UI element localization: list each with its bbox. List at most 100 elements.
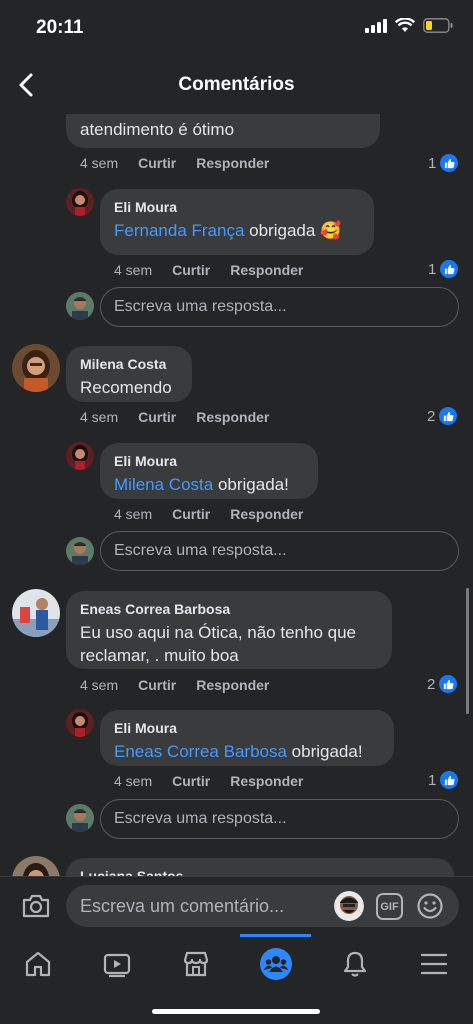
like-count[interactable]: 1 — [428, 260, 459, 278]
reply-placeholder: Escreva uma resposta... — [114, 298, 287, 315]
reply-bubble: Eli Moura Fernanda França obrigada 🥰 — [100, 189, 374, 255]
home-icon — [25, 951, 51, 977]
avatar-sticker-icon[interactable] — [334, 891, 364, 921]
my-avatar — [66, 537, 94, 565]
like-button[interactable]: Curtir — [172, 506, 210, 522]
comment-composer: Escreva um comentário... GIF — [0, 876, 473, 934]
reply-button[interactable]: Responder — [230, 773, 303, 789]
reply-input[interactable]: Escreva uma resposta... — [100, 531, 459, 571]
my-avatar — [66, 292, 94, 320]
reply-input[interactable]: Escreva uma resposta... — [100, 799, 459, 839]
thumbs-up-icon — [439, 675, 458, 693]
reply-time: 4 sem — [114, 773, 153, 789]
reply-bubble: Eli Moura Milena Costa obrigada! — [100, 443, 318, 499]
like-button[interactable]: Curtir — [172, 262, 210, 278]
mention-link[interactable]: Eneas Correa Barbosa — [114, 742, 287, 761]
reply-button[interactable]: Responder — [196, 677, 269, 693]
like-button[interactable]: Curtir — [138, 677, 176, 693]
reply-meta: 4 sem Curtir Responder — [114, 773, 303, 789]
bottom-tab-bar — [0, 934, 473, 1024]
author-name[interactable]: Eneas Correa Barbosa — [80, 601, 378, 617]
avatar[interactable] — [66, 709, 94, 737]
like-count[interactable]: 2 — [427, 675, 458, 693]
mention-link[interactable]: Milena Costa — [114, 475, 213, 494]
author-name[interactable]: Luciana Santos — [80, 868, 440, 876]
avatar[interactable] — [66, 188, 94, 216]
battery-icon — [423, 18, 453, 33]
tab-home[interactable] — [18, 944, 58, 984]
reply-text: obrigada — [249, 221, 316, 240]
tab-groups[interactable] — [256, 944, 296, 984]
like-count-number: 2 — [427, 675, 436, 693]
comment-bubble: atendimento é ótimo — [66, 114, 380, 148]
comment-text: Eu uso aqui na Ótica, não tenho que recl… — [80, 623, 356, 665]
status-bar: 20:11 — [0, 0, 473, 56]
tab-marketplace[interactable] — [176, 944, 216, 984]
reply-button[interactable]: Responder — [196, 409, 269, 425]
comment-placeholder: Escreva um comentário... — [80, 896, 285, 916]
like-count-number: 1 — [428, 260, 437, 278]
reply-button[interactable]: Responder — [230, 506, 303, 522]
thumbs-up-icon — [440, 260, 459, 278]
comment-meta: 4 sem Curtir Responder — [80, 677, 269, 693]
author-name[interactable]: Eli Moura — [114, 453, 304, 469]
comment-bubble: Luciana Santos — [66, 858, 454, 876]
reply-time: 4 sem — [114, 506, 153, 522]
like-button[interactable]: Curtir — [172, 773, 210, 789]
wifi-icon — [395, 18, 415, 32]
scrollbar[interactable] — [466, 588, 469, 714]
avatar[interactable] — [12, 856, 60, 876]
signal-icon — [365, 18, 387, 33]
emoji-icon[interactable] — [416, 892, 444, 920]
tab-notifications[interactable] — [335, 944, 375, 984]
like-count[interactable]: 2 — [427, 407, 458, 425]
tab-watch[interactable] — [97, 944, 137, 984]
status-icons — [365, 18, 453, 33]
camera-icon[interactable] — [21, 893, 51, 919]
reply-text: obrigada! — [217, 475, 289, 494]
thumbs-up-icon — [440, 154, 459, 172]
home-indicator — [152, 1009, 320, 1014]
my-avatar — [66, 804, 94, 832]
reply-text: obrigada! — [291, 742, 363, 761]
comments-feed[interactable]: atendimento é ótimo 4 sem Curtir Respond… — [0, 114, 473, 876]
author-name[interactable]: Eli Moura — [114, 199, 360, 215]
smiling-face-hearts-icon: 🥰 — [320, 221, 342, 240]
tab-menu[interactable] — [414, 944, 454, 984]
comment-text: Recomendo — [80, 378, 172, 397]
reply-button[interactable]: Responder — [196, 155, 269, 171]
comment-time: 4 sem — [80, 155, 119, 171]
like-count-number: 1 — [428, 154, 437, 172]
reply-bubble: Eli Moura Eneas Correa Barbosa obrigada! — [100, 710, 394, 766]
author-name[interactable]: Milena Costa — [80, 356, 178, 372]
like-button[interactable]: Curtir — [138, 409, 176, 425]
comment-text: atendimento é ótimo — [80, 120, 235, 139]
reply-meta: 4 sem Curtir Responder — [114, 262, 303, 278]
like-count[interactable]: 1 — [428, 154, 459, 172]
marketplace-icon — [183, 951, 209, 977]
reply-placeholder: Escreva uma resposta... — [114, 810, 287, 827]
comment-bubble: Milena Costa Recomendo — [66, 346, 192, 402]
like-button[interactable]: Curtir — [138, 155, 176, 171]
avatar[interactable] — [12, 344, 60, 392]
reply-placeholder: Escreva uma resposta... — [114, 542, 287, 559]
thumbs-up-icon — [439, 407, 458, 425]
comment-time: 4 sem — [80, 677, 119, 693]
groups-icon — [260, 948, 292, 980]
reply-time: 4 sem — [114, 262, 153, 278]
comment-meta: 4 sem Curtir Responder — [80, 409, 269, 425]
avatar[interactable] — [66, 442, 94, 470]
page-title: Comentários — [178, 74, 295, 95]
thumbs-up-icon — [440, 771, 459, 789]
like-count-number: 1 — [428, 771, 437, 789]
comment-input[interactable]: Escreva um comentário... GIF — [66, 885, 459, 927]
reply-input[interactable]: Escreva uma resposta... — [100, 287, 459, 327]
author-name[interactable]: Eli Moura — [114, 720, 380, 736]
mention-link[interactable]: Fernanda França — [114, 221, 244, 240]
reply-button[interactable]: Responder — [230, 262, 303, 278]
active-tab-indicator — [240, 934, 311, 937]
like-count[interactable]: 1 — [428, 771, 459, 789]
avatar[interactable] — [12, 589, 60, 637]
comment-time: 4 sem — [80, 409, 119, 425]
gif-button[interactable]: GIF — [376, 893, 403, 920]
